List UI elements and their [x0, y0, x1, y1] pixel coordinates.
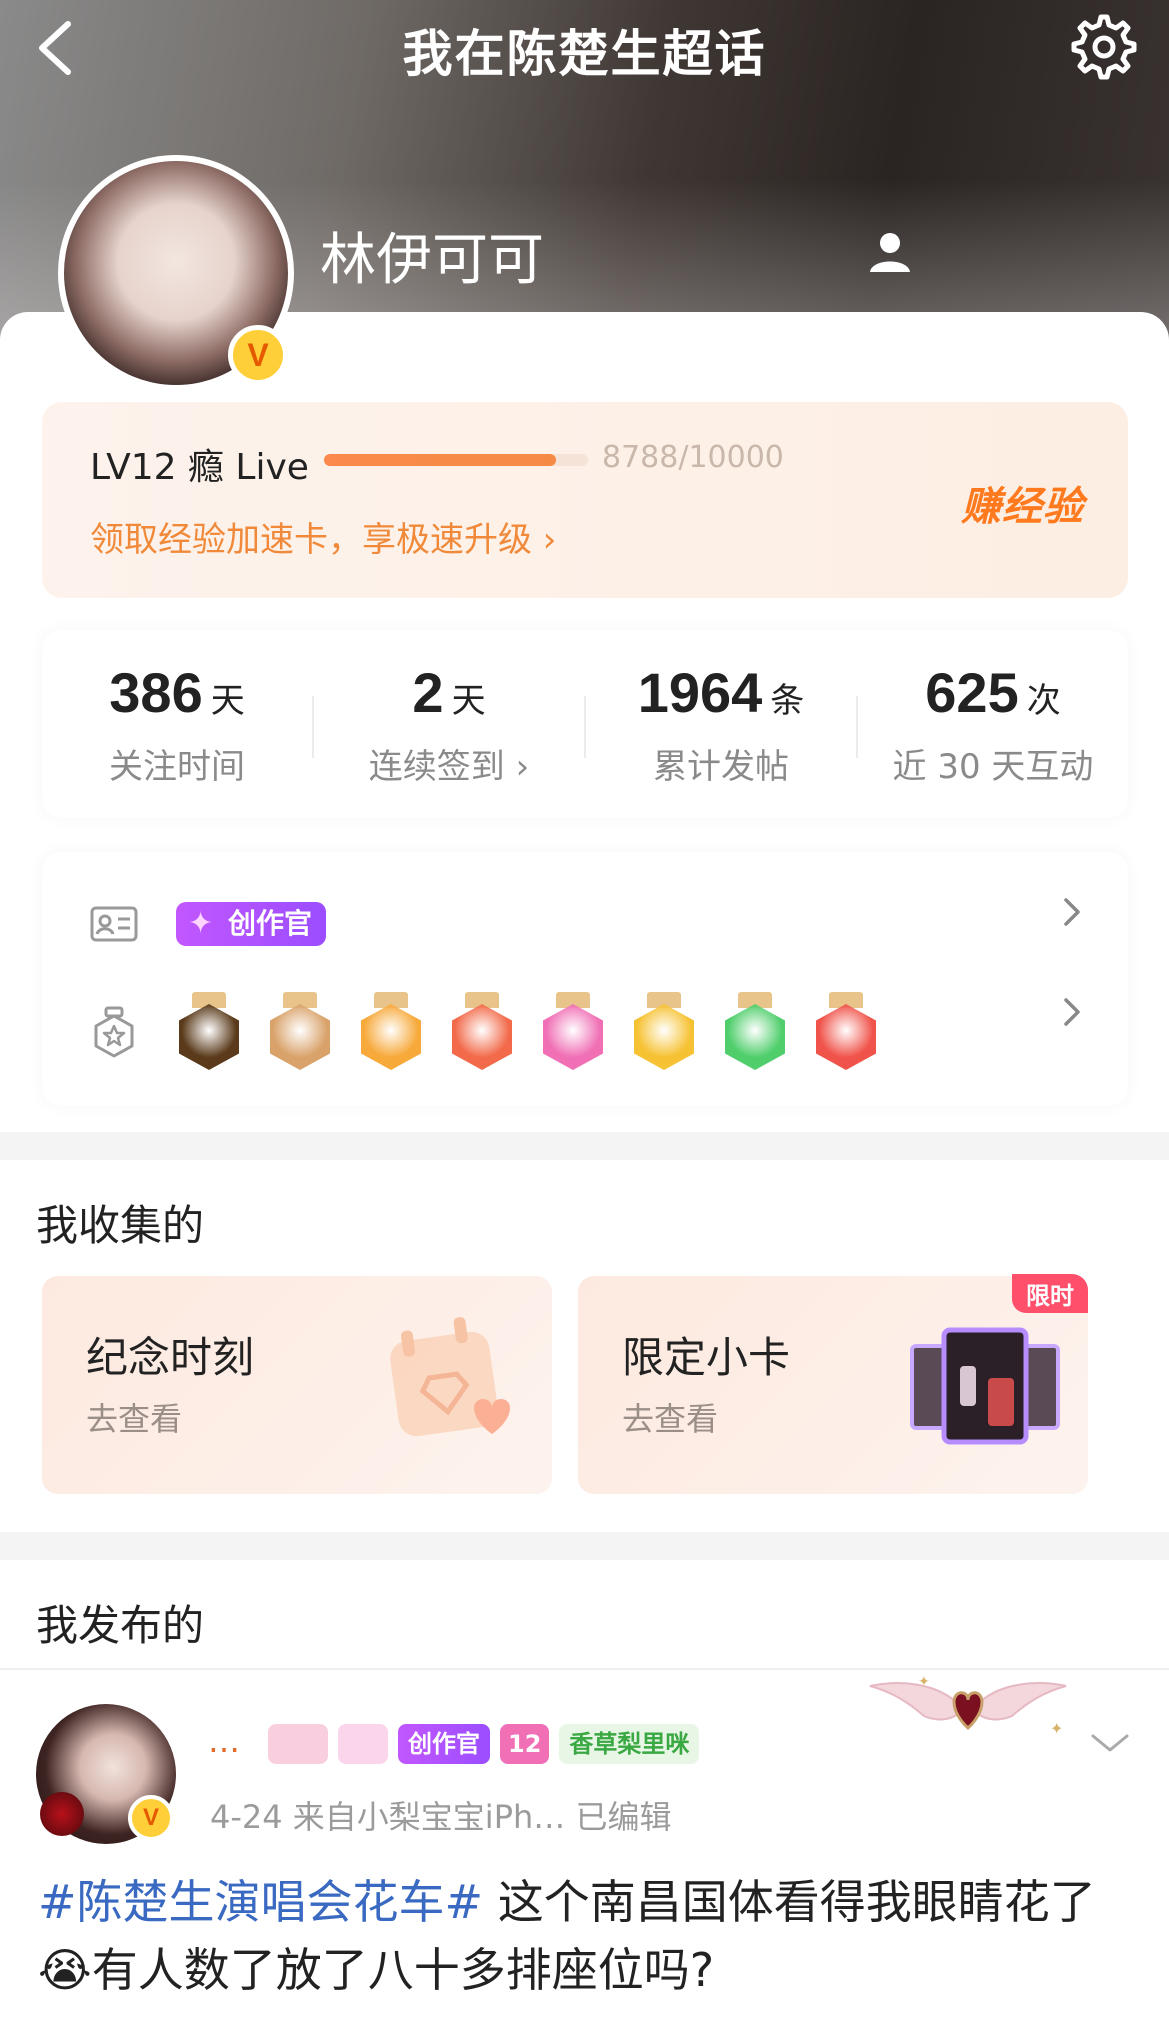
post-body: #陈楚生演唱会花车# 这个南昌国体看得我眼睛花了😭有人数了放了八十多排座位吗? [38, 1868, 1138, 2004]
verified-v-icon: V [128, 1795, 174, 1841]
hi-medal-icon[interactable] [631, 992, 697, 1072]
card-title: 纪念时刻 [86, 1333, 255, 1382]
medal-hex [725, 1004, 785, 1070]
rose-decoration [40, 1792, 84, 1836]
post-author-tags: 创作官 12 香草梨里咪 [268, 1724, 700, 1764]
super-medal-icon[interactable] [176, 992, 242, 1072]
medal-hex [543, 1004, 603, 1070]
stat-unit: 次 [1026, 681, 1061, 721]
chevron-right-icon[interactable] [1060, 894, 1084, 930]
stat-unit: 条 [770, 681, 805, 721]
id-card-icon [90, 906, 138, 942]
stat-checkin-streak[interactable]: 2天 连续签到 › [314, 660, 584, 788]
rabbit-medal-icon[interactable] [449, 992, 515, 1072]
card-title: 限定小卡 [622, 1333, 791, 1382]
posted-section-title: 我发布的 [36, 1601, 205, 1650]
crown-medal-icon[interactable] [358, 992, 424, 1072]
svg-text:✦: ✦ [918, 1674, 930, 1690]
post-meta: 4-24 来自小梨宝宝iPh… 已编辑 [210, 1798, 672, 1836]
medal-hex [361, 1004, 421, 1070]
post-author-name[interactable]: … [208, 1722, 240, 1760]
stat-label: 关注时间 [109, 747, 245, 787]
level-tag: 12 [500, 1724, 550, 1764]
medal-hex [179, 1004, 239, 1070]
trophy-medal-icon[interactable] [813, 992, 879, 1072]
hashtag-link[interactable]: #陈楚生演唱会花车# [38, 1875, 483, 1929]
svg-text:✦: ✦ [1050, 1719, 1063, 1738]
chevron-right-icon[interactable] [1060, 994, 1084, 1030]
speedup-card-link[interactable]: 领取经验加速卡，享极速升级 › [90, 512, 556, 561]
medal-hex [816, 1004, 876, 1070]
collected-section-title: 我收集的 [36, 1201, 205, 1250]
character-medal-icon[interactable] [267, 992, 333, 1072]
user-avatar[interactable]: V [58, 155, 294, 391]
medal-hex [270, 1004, 330, 1070]
stat-value: 1964 [637, 661, 763, 724]
limited-time-tag: 限时 [1012, 1274, 1088, 1313]
level-progress-bar [324, 454, 588, 466]
stat-value: 625 [925, 661, 1019, 724]
medal-icon [94, 1006, 134, 1058]
heart-badge-icon [338, 1724, 388, 1764]
stat-label: 连续签到 › [368, 747, 530, 787]
verified-v-icon: V [228, 325, 288, 385]
level-progress-fill [324, 454, 556, 466]
section-divider [0, 1532, 1169, 1560]
gear-icon[interactable] [1069, 12, 1139, 82]
profile-card: LV12 瘾 Live 8788/10000 领取经验加速卡，享极速升级 › 赚… [0, 312, 1169, 1132]
medal-list [176, 992, 879, 1072]
creator-badge[interactable]: 创作官 [176, 902, 327, 946]
level-name: LV12 瘾 Live [90, 447, 309, 488]
stat-unit: 天 [210, 681, 245, 721]
top-bar: 我在陈楚生超话 [0, 0, 1169, 92]
section-divider [0, 1132, 1169, 1160]
creator-tag: 创作官 [398, 1724, 490, 1764]
stats-panel: 386 天 关注时间 2天 连续签到 › 1964 条 累计发帖 625 次 近 30… [42, 630, 1128, 818]
username: 林伊可可 [320, 228, 544, 293]
stat-follow-days: 386 天 关注时间 [42, 660, 312, 788]
stat-interactions: 625 次 近 30 天互动 [858, 660, 1128, 788]
stat-label: 近 30 天互动 [892, 747, 1094, 787]
stat-unit: 天 [451, 681, 486, 721]
card-link: 去查看 [622, 1400, 719, 1438]
medal-hex [634, 1004, 694, 1070]
lv12-medal-icon[interactable] [540, 992, 606, 1072]
badges-panel: 创作官 [42, 852, 1128, 1106]
level-progress-text: 8788/10000 [602, 440, 784, 475]
calendar-heart-icon [390, 1317, 510, 1437]
divider [0, 1668, 1169, 1670]
stat-value: 386 [109, 661, 203, 724]
chevron-down-icon[interactable] [1089, 1730, 1131, 1756]
stat-value: 2 [412, 661, 444, 724]
pig-badge-icon [268, 1724, 328, 1764]
earn-exp-button[interactable]: 赚经验 [961, 474, 1084, 532]
page-title: 我在陈楚生超话 [402, 25, 767, 83]
winged-heart-icon: ✦ ✦ [869, 1674, 1067, 1738]
stat-label: 累计发帖 [653, 747, 789, 787]
photo-cards-icon [910, 1327, 1060, 1445]
hand-medal-icon[interactable] [722, 992, 788, 1072]
medal-hex [452, 1004, 512, 1070]
stat-total-posts: 1964 条 累计发帖 [586, 660, 856, 788]
fan-group-tag: 香草梨里咪 [559, 1724, 700, 1764]
card-link: 去查看 [86, 1400, 183, 1438]
limited-cards-card[interactable]: 限定小卡 去查看 限时 [578, 1274, 1088, 1494]
person-icon[interactable] [868, 230, 912, 274]
level-panel: LV12 瘾 Live 8788/10000 领取经验加速卡，享极速升级 › 赚… [42, 402, 1128, 598]
memorial-moments-card[interactable]: 纪念时刻 去查看 [42, 1276, 552, 1494]
